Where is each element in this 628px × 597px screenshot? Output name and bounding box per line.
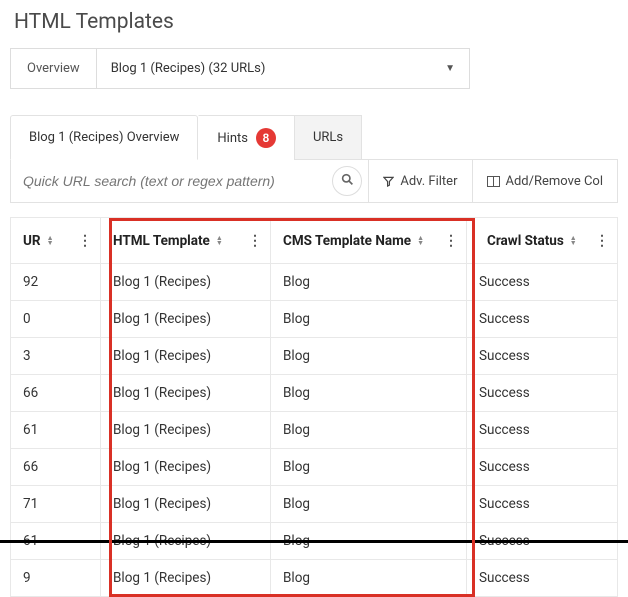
add-remove-columns-label: Add/Remove Col — [506, 174, 604, 189]
column-menu-icon[interactable]: ⋮ — [78, 233, 92, 249]
column-label: CMS Template Name — [283, 233, 411, 249]
cell-cms-template: Blog — [271, 486, 467, 523]
table-row[interactable]: 71Blog 1 (Recipes)BlogSuccess — [11, 486, 618, 523]
cell-html-template: Blog 1 (Recipes) — [101, 560, 271, 597]
cell-html-template: Blog 1 (Recipes) — [101, 375, 271, 412]
cell-cms-template: Blog — [271, 560, 467, 597]
column-menu-icon[interactable]: ⋮ — [248, 233, 262, 249]
cell-cms-template: Blog — [271, 338, 467, 375]
cell-cms-template: Blog — [271, 449, 467, 486]
column-label: Crawl Status — [487, 233, 564, 249]
cell-crawl-status: Success — [467, 338, 618, 375]
cell-crawl-status: Success — [467, 449, 618, 486]
adv-filter-label: Adv. Filter — [400, 174, 457, 189]
table-row[interactable]: 66Blog 1 (Recipes)BlogSuccess — [11, 449, 618, 486]
tab-bar: Blog 1 (Recipes) Overview Hints 8 URLs — [10, 115, 618, 160]
page-title: HTML Templates — [14, 10, 618, 34]
cell-html-template: Blog 1 (Recipes) — [101, 486, 271, 523]
cell-cms-template: Blog — [271, 301, 467, 338]
adv-filter-button[interactable]: Adv. Filter — [368, 160, 471, 202]
cell-crawl-status: Success — [467, 301, 618, 338]
overview-button[interactable]: Overview — [11, 49, 97, 88]
hints-badge: 8 — [256, 128, 276, 148]
cell-crawl-status: Success — [467, 412, 618, 449]
template-dropdown-value: Blog 1 (Recipes) (32 URLs) — [111, 61, 266, 76]
cell-crawl-status: Success — [467, 486, 618, 523]
tab-label: Blog 1 (Recipes) Overview — [29, 130, 179, 145]
cell-cms-template: Blog — [271, 375, 467, 412]
cell-ur: 66 — [11, 375, 101, 412]
cell-ur: 66 — [11, 449, 101, 486]
tab-urls[interactable]: URLs — [295, 115, 362, 160]
column-header-html-template[interactable]: HTML Template ▲▼ ⋮ — [101, 218, 271, 264]
cell-ur: 3 — [11, 338, 101, 375]
cell-ur: 71 — [11, 486, 101, 523]
tab-template-overview[interactable]: Blog 1 (Recipes) Overview — [10, 115, 198, 160]
columns-icon — [487, 176, 500, 187]
caret-down-icon: ▼ — [445, 63, 455, 74]
cell-crawl-status: Success — [467, 560, 618, 597]
table-row[interactable]: 92Blog 1 (Recipes)BlogSuccess — [11, 264, 618, 301]
sort-icon: ▲▼ — [417, 236, 424, 246]
template-dropdown[interactable]: Blog 1 (Recipes) (32 URLs) ▼ — [97, 49, 469, 88]
sort-icon: ▲▼ — [570, 236, 577, 246]
column-label: UR — [23, 233, 41, 249]
tab-hints[interactable]: Hints 8 — [198, 115, 295, 160]
cell-html-template: Blog 1 (Recipes) — [101, 412, 271, 449]
add-remove-columns-button[interactable]: Add/Remove Col — [472, 160, 618, 202]
tab-label: URLs — [313, 130, 343, 145]
search-button[interactable] — [332, 166, 362, 196]
column-menu-icon[interactable]: ⋮ — [444, 233, 458, 249]
sort-icon: ▲▼ — [47, 236, 54, 246]
table-row[interactable]: 61Blog 1 (Recipes)BlogSuccess — [11, 412, 618, 449]
urls-toolbar: Adv. Filter Add/Remove Col — [10, 160, 618, 203]
cell-crawl-status: Success — [467, 264, 618, 301]
column-header-cms-template[interactable]: CMS Template Name ▲▼ ⋮ — [271, 218, 467, 264]
column-menu-icon[interactable]: ⋮ — [595, 233, 609, 249]
column-header-crawl-status[interactable]: Crawl Status ▲▼ ⋮ — [467, 218, 618, 264]
cell-html-template: Blog 1 (Recipes) — [101, 301, 271, 338]
cell-html-template: Blog 1 (Recipes) — [101, 338, 271, 375]
column-header-ur[interactable]: UR ▲▼ ⋮ — [11, 218, 101, 264]
funnel-icon — [383, 176, 394, 187]
table-row[interactable]: 0Blog 1 (Recipes)BlogSuccess — [11, 301, 618, 338]
search-input[interactable] — [23, 173, 332, 189]
table-row[interactable]: 3Blog 1 (Recipes)BlogSuccess — [11, 338, 618, 375]
table-row[interactable]: 66Blog 1 (Recipes)BlogSuccess — [11, 375, 618, 412]
cell-html-template: Blog 1 (Recipes) — [101, 449, 271, 486]
cell-html-template: Blog 1 (Recipes) — [101, 264, 271, 301]
sort-icon: ▲▼ — [216, 236, 223, 246]
search-icon — [341, 173, 354, 189]
template-selector-bar: Overview Blog 1 (Recipes) (32 URLs) ▼ — [10, 48, 470, 89]
column-label: HTML Template — [113, 233, 210, 249]
cell-cms-template: Blog — [271, 412, 467, 449]
cell-cms-template: Blog — [271, 264, 467, 301]
cell-ur: 61 — [11, 412, 101, 449]
cell-ur: 92 — [11, 264, 101, 301]
table-row[interactable]: 9Blog 1 (Recipes)BlogSuccess — [11, 560, 618, 597]
tab-label: Hints — [217, 131, 248, 146]
cell-ur: 0 — [11, 301, 101, 338]
cell-ur: 9 — [11, 560, 101, 597]
cell-crawl-status: Success — [467, 375, 618, 412]
